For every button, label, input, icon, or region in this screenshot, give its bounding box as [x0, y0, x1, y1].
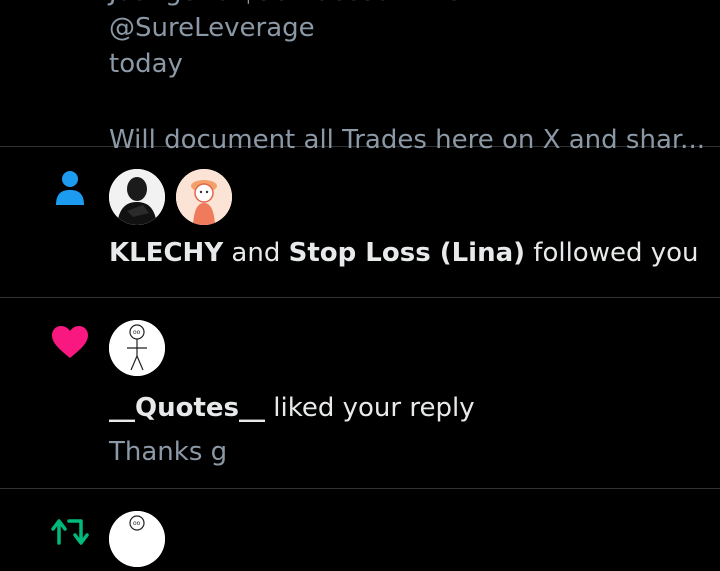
post-excerpt-line: today	[109, 49, 183, 79]
username-link[interactable]: Stop Loss (Lina)	[289, 238, 525, 268]
notification-item-like[interactable]: oo __Quotes__ liked your reply Thanks g	[0, 298, 720, 489]
action-text: followed you	[533, 238, 699, 268]
connector-text: and	[231, 238, 281, 268]
username-link[interactable]: KLECHY	[109, 238, 223, 268]
heart-icon	[48, 325, 92, 359]
svg-text:oo: oo	[133, 520, 141, 527]
post-excerpt-line: Just got a $50K account from @SureLevera…	[109, 0, 488, 43]
svg-text:oo: oo	[133, 329, 141, 336]
person-icon	[48, 169, 92, 207]
reply-excerpt: Thanks g	[109, 437, 228, 467]
notification-text: __Quotes__ liked your reply	[109, 390, 700, 426]
avatar[interactable]: oo	[109, 320, 165, 376]
post-excerpt: Just got a $50K account from @SureLevera…	[109, 0, 705, 158]
action-text: liked your reply	[273, 393, 475, 423]
avatar[interactable]	[176, 169, 233, 225]
notification-text: KLECHY and Stop Loss (Lina) followed you	[109, 235, 700, 271]
repost-icon	[48, 515, 92, 545]
notification-item-follow[interactable]: KLECHY and Stop Loss (Lina) followed you	[0, 147, 720, 298]
notification-item-post[interactable]: Just got a $50K account from @SureLevera…	[0, 0, 720, 155]
avatar[interactable]: oo	[109, 511, 165, 567]
avatar[interactable]	[109, 169, 165, 225]
notification-item-repost[interactable]: oo	[0, 489, 720, 569]
username-link[interactable]: __Quotes__	[109, 393, 265, 423]
